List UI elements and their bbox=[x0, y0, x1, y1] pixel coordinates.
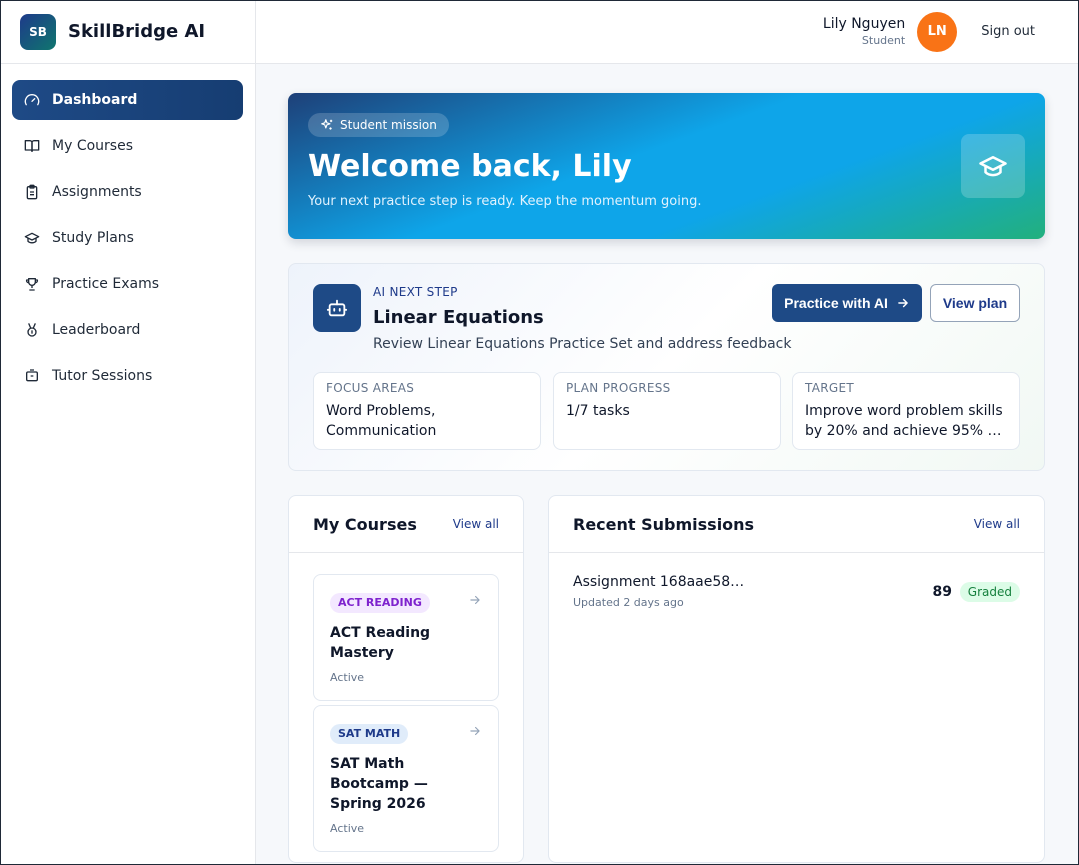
mission-pill-label: Student mission bbox=[340, 118, 437, 132]
user-info: Lily Nguyen Student bbox=[823, 16, 905, 47]
course-status: Active bbox=[330, 822, 365, 835]
stat-value: 1/7 tasks bbox=[566, 403, 630, 419]
sidebar-item-label: Assignments bbox=[52, 184, 142, 200]
stat-label: FOCUS AREAS bbox=[326, 381, 415, 395]
sign-out-button[interactable]: Sign out bbox=[981, 24, 1035, 39]
practice-with-ai-button[interactable]: Practice with AI bbox=[772, 284, 922, 322]
clipboard-icon bbox=[26, 184, 38, 200]
arrow-right-icon bbox=[470, 595, 480, 605]
recent-submissions-header: Recent Submissions View all bbox=[549, 496, 1044, 553]
view-plan-button[interactable]: View plan bbox=[930, 284, 1020, 322]
sidebar-item-label: Practice Exams bbox=[52, 276, 160, 292]
trophy-icon bbox=[25, 278, 39, 291]
medal-icon bbox=[27, 323, 37, 337]
course-name: ACT Reading Mastery bbox=[330, 625, 431, 661]
course-card-sat-math[interactable]: SAT MATH SAT Math Bootcamp — Spring 2026… bbox=[313, 705, 499, 852]
book-icon bbox=[24, 140, 40, 152]
sidebar-nav: Dashboard My Courses Assignments Study P… bbox=[0, 64, 255, 418]
next-step-title: Linear Equations bbox=[373, 307, 544, 328]
sidebar-item-label: Tutor Sessions bbox=[52, 368, 153, 384]
my-courses-panel: My Courses View all ACT READING ACT Read… bbox=[288, 495, 524, 863]
sidebar: SB SkillBridge AI Dashboard My Courses A… bbox=[0, 0, 256, 865]
arrow-right-icon bbox=[470, 726, 480, 736]
hero-graduation-badge bbox=[961, 134, 1025, 198]
courses-view-all-link[interactable]: View all bbox=[453, 517, 499, 531]
submission-updated: Updated 2 days ago bbox=[573, 596, 684, 609]
robot-icon bbox=[326, 299, 348, 317]
sidebar-item-label: My Courses bbox=[52, 138, 133, 154]
brand-logo: SB bbox=[20, 13, 56, 50]
stat-value: Improve word problem skills by 20% and a… bbox=[805, 403, 1005, 439]
top-header: Lily Nguyen Student LN Sign out bbox=[256, 0, 1079, 64]
welcome-title: Welcome back, Lily bbox=[308, 149, 632, 184]
user-name: Lily Nguyen bbox=[822, 16, 906, 32]
ai-robot-badge bbox=[313, 284, 361, 332]
mission-pill: Student mission bbox=[308, 113, 449, 137]
stat-plan-progress: PLAN PROGRESS 1/7 tasks bbox=[553, 372, 781, 450]
submissions-view-all-link[interactable]: View all bbox=[974, 517, 1020, 531]
recent-submissions-panel: Recent Submissions View all Assignment 1… bbox=[548, 495, 1045, 863]
sidebar-item-my-courses[interactable]: My Courses bbox=[12, 126, 243, 166]
my-courses-header: My Courses View all bbox=[289, 496, 523, 553]
ai-next-step-card: AI NEXT STEP Linear Equations Review Lin… bbox=[288, 263, 1045, 471]
practice-with-ai-label: Practice with AI bbox=[784, 295, 888, 311]
next-step-eyebrow: AI NEXT STEP bbox=[373, 285, 458, 299]
course-name: SAT Math Bootcamp — Spring 2026 bbox=[330, 756, 428, 812]
course-status: Active bbox=[330, 671, 365, 684]
video-icon bbox=[26, 369, 38, 382]
graduation-cap-icon bbox=[979, 156, 1007, 177]
submission-row[interactable]: Assignment 168aae58… Updated 2 days ago … bbox=[573, 574, 1020, 609]
user-role: Student bbox=[861, 34, 906, 47]
status-badge: Graded bbox=[959, 582, 1020, 602]
sidebar-item-label: Dashboard bbox=[52, 92, 138, 108]
sidebar-item-label: Study Plans bbox=[52, 230, 134, 246]
sidebar-item-tutor-sessions[interactable]: Tutor Sessions bbox=[12, 356, 243, 396]
brand-name: SkillBridge AI bbox=[68, 21, 206, 42]
main-content: Student mission Welcome back, Lily Your … bbox=[256, 64, 1079, 865]
my-courses-title: My Courses bbox=[313, 514, 417, 534]
sidebar-item-leaderboard[interactable]: Leaderboard bbox=[12, 310, 243, 350]
course-tag: ACT READING bbox=[330, 593, 430, 613]
submission-score: 89 bbox=[932, 584, 952, 600]
sidebar-item-label: Leaderboard bbox=[52, 322, 141, 338]
recent-submissions-title: Recent Submissions bbox=[573, 514, 755, 534]
sidebar-item-dashboard[interactable]: Dashboard bbox=[12, 80, 243, 120]
gauge-icon bbox=[24, 94, 40, 106]
welcome-subtitle: Your next practice step is ready. Keep t… bbox=[308, 194, 702, 209]
brand[interactable]: SB SkillBridge AI bbox=[0, 0, 255, 64]
course-card-act-reading[interactable]: ACT READING ACT Reading Mastery Active bbox=[313, 574, 499, 701]
submission-title: Assignment 168aae58… bbox=[573, 574, 745, 590]
sidebar-item-study-plans[interactable]: Study Plans bbox=[12, 218, 243, 258]
stat-focus-areas: FOCUS AREAS Word Problems, Communication bbox=[313, 372, 541, 450]
stat-target: TARGET Improve word problem skills by 20… bbox=[792, 372, 1020, 450]
sparkles-icon bbox=[321, 119, 333, 130]
graduation-cap-icon bbox=[24, 232, 40, 244]
sidebar-item-assignments[interactable]: Assignments bbox=[12, 172, 243, 212]
stat-label: PLAN PROGRESS bbox=[566, 381, 671, 395]
sidebar-item-practice-exams[interactable]: Practice Exams bbox=[12, 264, 243, 304]
arrow-right-icon bbox=[898, 298, 908, 308]
welcome-banner: Student mission Welcome back, Lily Your … bbox=[288, 93, 1045, 239]
course-tag: SAT MATH bbox=[330, 724, 409, 744]
stat-value: Word Problems, Communication bbox=[326, 403, 437, 439]
stat-label: TARGET bbox=[805, 381, 854, 395]
avatar[interactable]: LN bbox=[917, 11, 958, 52]
next-step-description: Review Linear Equations Practice Set and… bbox=[373, 336, 792, 352]
